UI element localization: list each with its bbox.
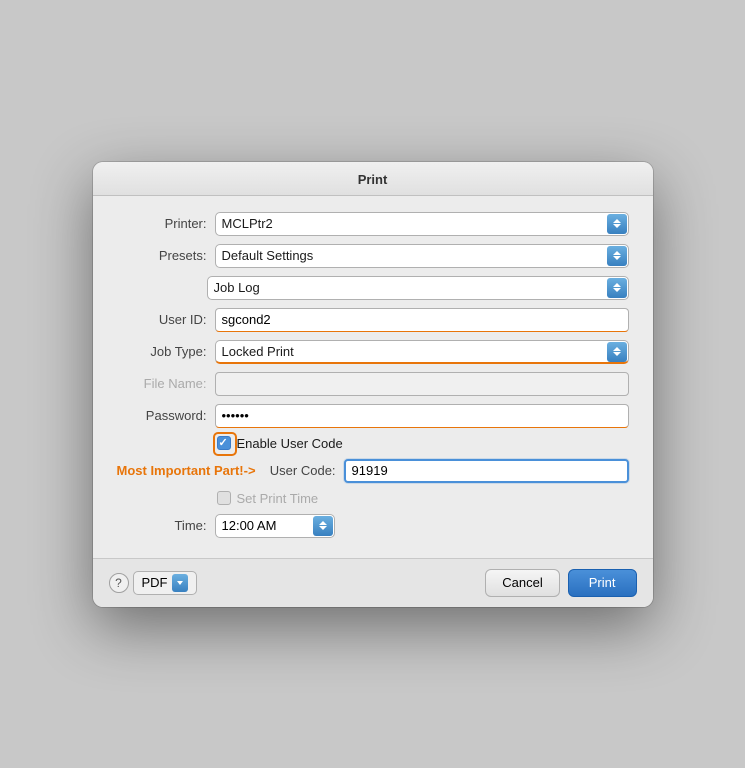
pdf-label: PDF <box>142 575 168 590</box>
password-control <box>215 404 629 428</box>
job-type-select[interactable]: Locked Print <box>215 340 629 364</box>
title-bar: Print <box>93 162 653 196</box>
presets-row: Presets: Default Settings <box>117 244 629 268</box>
printer-select-wrapper[interactable]: MCLPtr2 <box>215 212 629 236</box>
section-row: Job Log <box>207 276 629 300</box>
set-print-time-row: Set Print Time <box>217 491 629 506</box>
presets-label: Presets: <box>117 248 207 263</box>
enable-user-code-wrapper: Enable User Code <box>217 436 343 451</box>
dialog-content: Printer: MCLPtr2 Presets: <box>93 196 653 558</box>
password-row: Password: <box>117 404 629 428</box>
user-code-row: Most Important Part!-> User Code: <box>117 459 629 483</box>
printer-control: MCLPtr2 <box>215 212 629 236</box>
help-button[interactable]: ? <box>109 573 129 593</box>
presets-select-wrapper[interactable]: Default Settings <box>215 244 629 268</box>
file-name-row: File Name: <box>117 372 629 396</box>
user-code-control <box>344 459 629 483</box>
file-name-label: File Name: <box>117 376 207 391</box>
help-label: ? <box>115 576 122 590</box>
footer: ? PDF Cancel Print <box>93 558 653 607</box>
printer-label: Printer: <box>117 216 207 231</box>
job-type-control: Locked Print <box>215 340 629 364</box>
enable-user-code-label: Enable User Code <box>237 436 343 451</box>
most-important-annotation: Most Important Part!-> <box>117 463 256 478</box>
section-select[interactable]: Job Log <box>207 276 629 300</box>
enable-user-code-checkbox[interactable] <box>217 436 231 450</box>
footer-right: Cancel Print <box>485 569 636 597</box>
enable-user-code-row: Enable User Code <box>217 436 629 451</box>
set-print-time-label: Set Print Time <box>237 491 319 506</box>
user-id-input[interactable] <box>215 308 629 332</box>
time-select[interactable]: 12:00 AM <box>215 514 335 538</box>
cancel-button[interactable]: Cancel <box>485 569 559 597</box>
user-id-control <box>215 308 629 332</box>
job-type-select-wrapper[interactable]: Locked Print <box>215 340 629 364</box>
time-row: Time: 12:00 AM <box>117 514 629 538</box>
user-code-label: User Code: <box>260 463 336 478</box>
user-id-row: User ID: <box>117 308 629 332</box>
print-dialog: Print Printer: MCLPtr2 Presets: <box>93 162 653 607</box>
time-label: Time: <box>117 518 207 533</box>
section-select-wrapper[interactable]: Job Log <box>207 276 629 300</box>
user-id-label: User ID: <box>117 312 207 327</box>
file-name-control <box>215 372 629 396</box>
printer-row: Printer: MCLPtr2 <box>117 212 629 236</box>
presets-select[interactable]: Default Settings <box>215 244 629 268</box>
pdf-arrow-inner-icon <box>177 581 183 585</box>
job-type-label: Job Type: <box>117 344 207 359</box>
footer-left: ? PDF <box>109 571 197 595</box>
time-select-wrapper[interactable]: 12:00 AM <box>215 514 335 538</box>
pdf-button[interactable]: PDF <box>133 571 197 595</box>
file-name-input[interactable] <box>215 372 629 396</box>
presets-control: Default Settings <box>215 244 629 268</box>
job-type-row: Job Type: Locked Print <box>117 340 629 364</box>
set-print-time-checkbox[interactable] <box>217 491 231 505</box>
dialog-title: Print <box>358 172 388 187</box>
time-control: 12:00 AM <box>215 514 629 538</box>
user-code-input[interactable] <box>344 459 629 483</box>
pdf-dropdown-arrow-icon <box>172 574 188 592</box>
print-button[interactable]: Print <box>568 569 637 597</box>
password-input[interactable] <box>215 404 629 428</box>
printer-select[interactable]: MCLPtr2 <box>215 212 629 236</box>
password-label: Password: <box>117 408 207 423</box>
